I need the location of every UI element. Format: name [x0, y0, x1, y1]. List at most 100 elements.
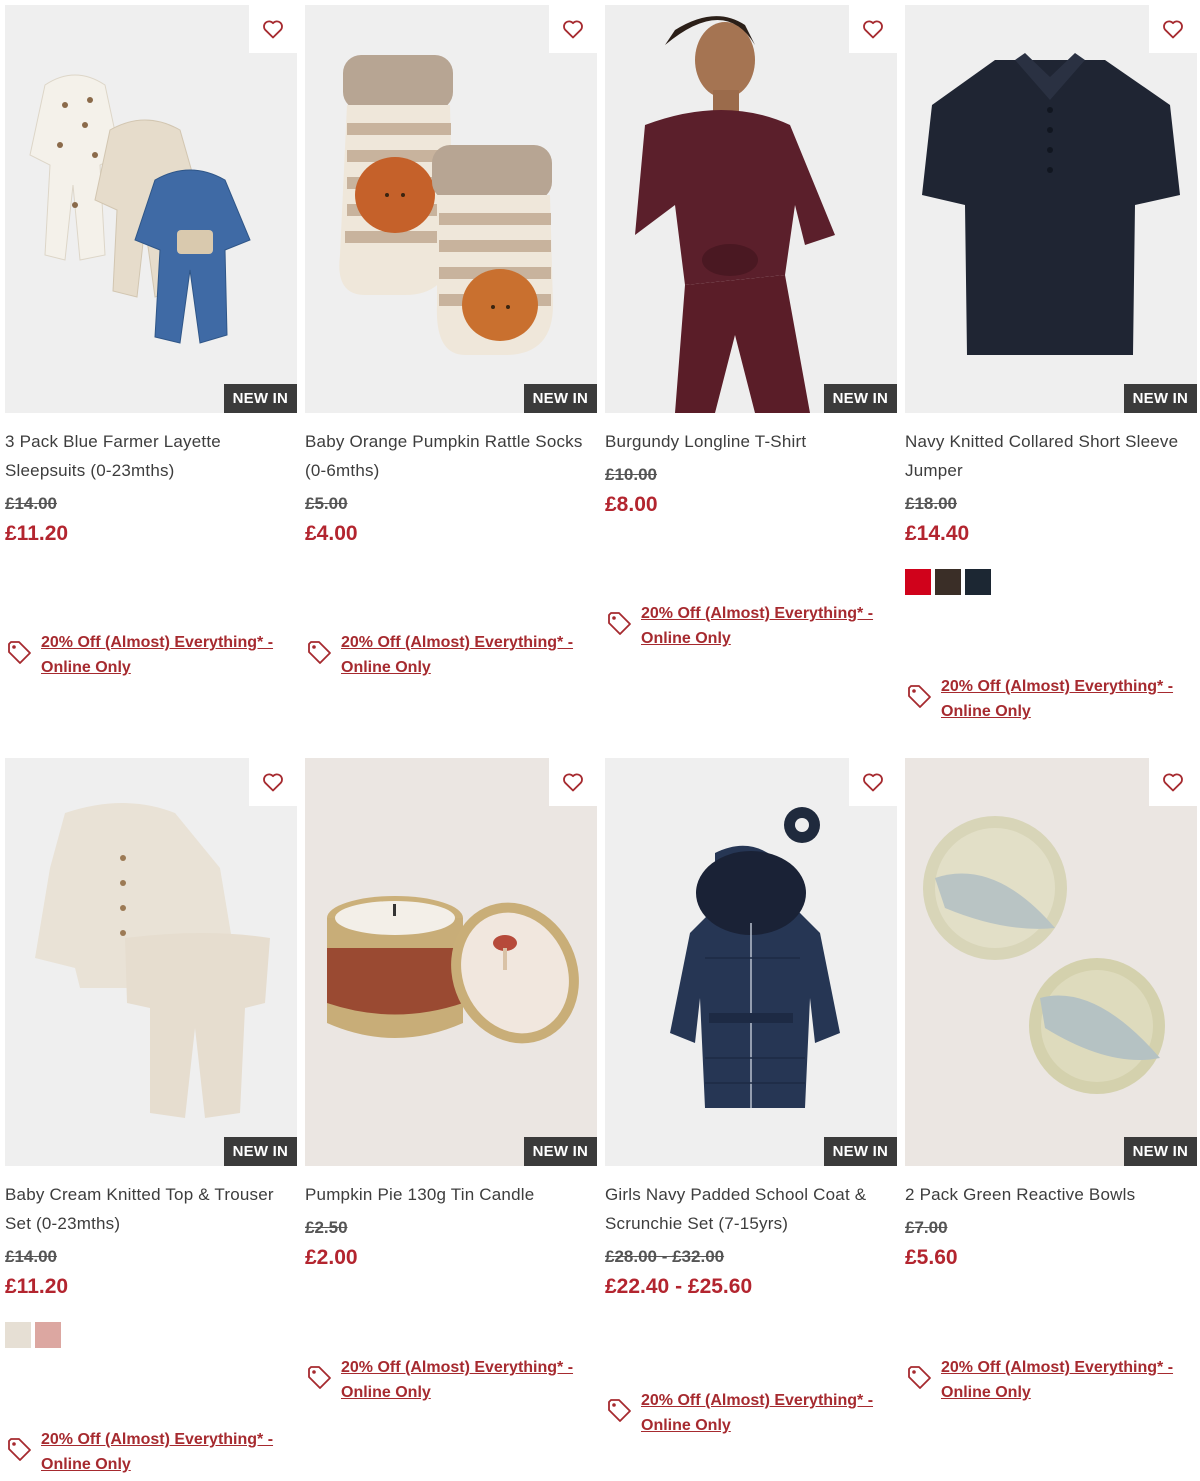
new-in-badge: NEW IN	[823, 384, 897, 413]
color-swatch-red[interactable]	[905, 569, 931, 595]
wishlist-button[interactable]	[849, 5, 897, 53]
heart-icon	[563, 773, 583, 792]
knitted-set-image	[35, 803, 270, 1118]
color-swatch-navy[interactable]	[965, 569, 991, 595]
sleepsuits-image	[29, 74, 251, 344]
new-in-badge: NEW IN	[1123, 1137, 1197, 1166]
product-card[interactable]: NEW IN Pumpkin Pie 130g Tin Candle £2.50…	[305, 758, 597, 1401]
product-title[interactable]: 2 Pack Green Reactive Bowls	[905, 1180, 1197, 1209]
product-card[interactable]: NEW IN Baby Cream Knitted Top & Trouser …	[5, 758, 297, 1473]
navy-jumper-image	[922, 53, 1180, 355]
promo-link[interactable]: 20% Off (Almost) Everything* - Online On…	[605, 601, 881, 651]
new-in-badge: NEW IN	[823, 1137, 897, 1166]
product-title[interactable]: 3 Pack Blue Farmer Layette Sleepsuits (0…	[5, 427, 297, 485]
new-in-badge: NEW IN	[523, 384, 597, 413]
product-image[interactable]: NEW IN	[5, 5, 297, 413]
heart-icon	[863, 773, 883, 792]
promo-text: 20% Off (Almost) Everything* - Online On…	[641, 605, 874, 647]
promo-text: 20% Off (Almost) Everything* - Online On…	[941, 678, 1174, 720]
color-swatch-cream[interactable]	[5, 1322, 31, 1348]
price-tag-icon	[8, 1438, 31, 1461]
heart-icon	[1163, 773, 1183, 792]
heart-icon	[263, 20, 283, 39]
wishlist-button[interactable]	[1149, 758, 1197, 806]
product-title[interactable]: Baby Cream Knitted Top & Trouser Set (0-…	[5, 1180, 297, 1238]
price-tag-icon	[908, 685, 931, 708]
product-image[interactable]: NEW IN	[305, 5, 597, 413]
was-price: £7.00	[905, 1218, 948, 1237]
color-swatch-pink[interactable]	[35, 1322, 61, 1348]
promo-text: 20% Off (Almost) Everything* - Online On…	[641, 1392, 874, 1434]
product-title[interactable]: Burgundy Longline T-Shirt	[605, 427, 897, 456]
new-in-badge: NEW IN	[223, 384, 297, 413]
pumpkin-socks-image	[339, 55, 553, 355]
promo-text: 20% Off (Almost) Everything* - Online On…	[341, 634, 574, 676]
wishlist-button[interactable]	[1149, 5, 1197, 53]
now-price: £11.20	[5, 1275, 69, 1298]
price-tag-icon	[608, 612, 631, 635]
product-card[interactable]: NEW IN Baby Orange Pumpkin Rattle Socks …	[305, 5, 597, 676]
product-card[interactable]: NEW IN Burgundy Longline T-Shirt £10.00 …	[605, 5, 897, 647]
was-price: £18.00	[905, 494, 957, 513]
wishlist-button[interactable]	[549, 5, 597, 53]
promo-link[interactable]: 20% Off (Almost) Everything* - Online On…	[305, 630, 581, 680]
product-card[interactable]: NEW IN Girls Navy Padded School Coat & S…	[605, 758, 897, 1434]
was-price: £28.00 - £32.00	[605, 1247, 725, 1266]
promo-link[interactable]: 20% Off (Almost) Everything* - Online On…	[305, 1355, 581, 1405]
product-title[interactable]: Baby Orange Pumpkin Rattle Socks (0-6mth…	[305, 427, 597, 485]
heart-icon	[563, 20, 583, 39]
product-image[interactable]: NEW IN	[905, 758, 1197, 1166]
new-in-badge: NEW IN	[1123, 384, 1197, 413]
product-image[interactable]: NEW IN	[605, 5, 897, 413]
price-tag-icon	[8, 641, 31, 664]
color-swatches	[5, 1322, 297, 1348]
new-in-badge: NEW IN	[523, 1137, 597, 1166]
promo-link[interactable]: 20% Off (Almost) Everything* - Online On…	[5, 630, 281, 680]
product-card[interactable]: NEW IN Navy Knitted Collared Short Sleev…	[905, 5, 1197, 720]
now-price: £4.00	[305, 522, 358, 545]
promo-text: 20% Off (Almost) Everything* - Online On…	[41, 634, 274, 676]
color-swatch-brown[interactable]	[935, 569, 961, 595]
product-title[interactable]: Pumpkin Pie 130g Tin Candle	[305, 1180, 597, 1209]
product-grid: NEW IN 3 Pack Blue Farmer Layette Sleeps…	[0, 0, 1200, 1481]
product-image[interactable]: NEW IN	[5, 758, 297, 1166]
burgundy-tshirt-image	[605, 5, 897, 413]
reactive-bowls-image	[923, 816, 1165, 1094]
padded-coat-image	[670, 807, 840, 1108]
now-price: £14.40	[905, 522, 970, 545]
now-price: £5.60	[905, 1246, 958, 1269]
was-price: £2.50	[305, 1218, 348, 1237]
wishlist-button[interactable]	[249, 758, 297, 806]
now-price: £8.00	[605, 493, 658, 516]
wishlist-button[interactable]	[249, 5, 297, 53]
was-price: £5.00	[305, 494, 348, 513]
promo-text: 20% Off (Almost) Everything* - Online On…	[41, 1431, 274, 1473]
price-tag-icon	[308, 641, 331, 664]
product-image[interactable]: NEW IN	[905, 5, 1197, 413]
was-price: £14.00	[5, 494, 57, 513]
heart-icon	[263, 773, 283, 792]
tin-candle-image	[327, 896, 579, 1044]
promo-text: 20% Off (Almost) Everything* - Online On…	[941, 1359, 1174, 1401]
product-image[interactable]: NEW IN	[605, 758, 897, 1166]
promo-link[interactable]: 20% Off (Almost) Everything* - Online On…	[905, 1355, 1181, 1405]
promo-link[interactable]: 20% Off (Almost) Everything* - Online On…	[5, 1427, 281, 1477]
promo-text: 20% Off (Almost) Everything* - Online On…	[341, 1359, 574, 1401]
product-title[interactable]: Girls Navy Padded School Coat & Scrunchi…	[605, 1180, 897, 1238]
product-image[interactable]: NEW IN	[305, 758, 597, 1166]
promo-link[interactable]: 20% Off (Almost) Everything* - Online On…	[905, 674, 1181, 724]
was-price: £10.00	[605, 465, 657, 484]
product-card[interactable]: NEW IN 3 Pack Blue Farmer Layette Sleeps…	[5, 5, 297, 676]
heart-icon	[1163, 20, 1183, 39]
now-price: £2.00	[305, 1246, 358, 1269]
wishlist-button[interactable]	[549, 758, 597, 806]
heart-icon	[863, 20, 883, 39]
product-title[interactable]: Navy Knitted Collared Short Sleeve Jumpe…	[905, 427, 1197, 485]
price-tag-icon	[608, 1399, 631, 1422]
product-card[interactable]: NEW IN 2 Pack Green Reactive Bowls £7.00…	[905, 758, 1197, 1401]
price-tag-icon	[308, 1366, 331, 1389]
promo-link[interactable]: 20% Off (Almost) Everything* - Online On…	[605, 1388, 881, 1438]
wishlist-button[interactable]	[849, 758, 897, 806]
price-tag-icon	[908, 1366, 931, 1389]
now-price: £22.40 - £25.60	[605, 1275, 753, 1298]
